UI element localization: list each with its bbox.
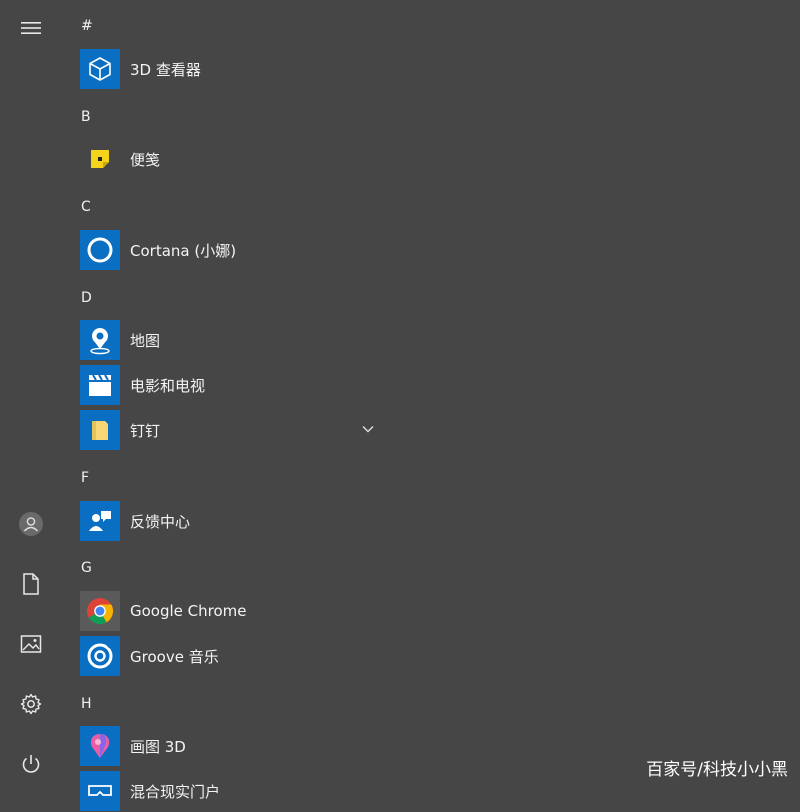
watermark: 百家号/科技小小黑: [646, 760, 788, 780]
groove-icon: [80, 636, 120, 676]
clapperboard-icon: [80, 365, 120, 405]
app-label: 电影和电视: [130, 376, 206, 395]
map-pin-icon: [80, 320, 120, 360]
cortana-ring-icon: [80, 230, 120, 270]
app-label: 便笺: [130, 150, 161, 169]
app-label: 混合现实门户: [130, 782, 221, 801]
sticky-note-icon: [80, 139, 120, 179]
group-header-d[interactable]: D: [81, 288, 92, 308]
app-list: # 3D 查看器 B 便笺 C Cortana (小娜) D 地图 电影和电视: [0, 0, 800, 811]
app-dingding[interactable]: 钉钉: [80, 409, 400, 451]
folder-icon: [80, 410, 120, 450]
group-header-hash[interactable]: #: [81, 16, 93, 36]
app-3d-viewer[interactable]: 3D 查看器: [80, 48, 400, 90]
app-label: 反馈中心: [130, 512, 191, 531]
group-header-f[interactable]: F: [81, 468, 89, 488]
group-header-b[interactable]: B: [81, 107, 91, 127]
mixed-reality-icon: [80, 771, 120, 811]
app-label: 地图: [130, 331, 161, 350]
group-header-c[interactable]: C: [81, 197, 91, 217]
app-label: 钉钉: [130, 421, 161, 440]
group-header-g[interactable]: G: [81, 558, 92, 578]
app-groove-music[interactable]: Groove 音乐: [80, 635, 400, 677]
feedback-icon: [80, 501, 120, 541]
app-google-chrome[interactable]: Google Chrome: [80, 590, 400, 632]
app-feedback-hub[interactable]: 反馈中心: [80, 500, 400, 542]
app-label: Google Chrome: [130, 602, 247, 620]
app-sticky-notes[interactable]: 便笺: [80, 138, 400, 180]
app-label: Groove 音乐: [130, 647, 219, 666]
group-header-h[interactable]: H: [81, 694, 92, 714]
app-label: Cortana (小娜): [130, 241, 237, 260]
app-mixed-reality-portal[interactable]: 混合现实门户: [80, 770, 400, 812]
app-label: 3D 查看器: [130, 60, 201, 79]
chrome-icon: [80, 591, 120, 631]
cube-icon: [80, 49, 120, 89]
app-maps[interactable]: 地图: [80, 319, 400, 361]
paint3d-icon: [80, 726, 120, 766]
app-paint-3d[interactable]: 画图 3D: [80, 725, 400, 767]
chevron-down-icon[interactable]: [360, 421, 376, 437]
app-movies-tv[interactable]: 电影和电视: [80, 364, 400, 406]
app-cortana[interactable]: Cortana (小娜): [80, 229, 400, 271]
app-label: 画图 3D: [130, 737, 186, 756]
